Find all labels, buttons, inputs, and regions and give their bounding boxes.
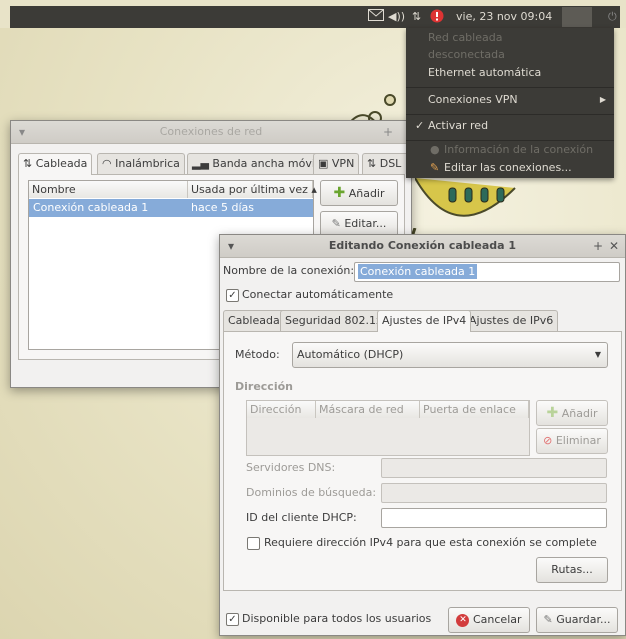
dns-servers-field[interactable]	[381, 458, 607, 478]
cancel-button[interactable]: ✕ Cancelar	[448, 607, 530, 633]
connection-name-value: Conexión cableada 1	[358, 264, 478, 279]
save-button[interactable]: ✎ Guardar...	[536, 607, 618, 633]
wired-icon: ⇅	[23, 157, 33, 170]
panel-clock[interactable]: vie, 23 nov 09:04	[456, 9, 552, 25]
info-icon: ●	[430, 143, 440, 156]
workspace-switcher-icon[interactable]	[562, 7, 592, 27]
menu-item-auto-ethernet[interactable]: Ethernet automática	[428, 65, 541, 81]
tab-vpn[interactable]: ▣ VPN	[313, 153, 360, 174]
menu-separator	[406, 87, 614, 88]
address-section-heading: Dirección	[235, 380, 293, 393]
delete-icon: ⊘	[543, 434, 553, 447]
menu-item-disconnected: desconectada	[428, 48, 505, 61]
checkmark-icon: ✓	[415, 119, 425, 132]
menu-item-vpn-connections[interactable]: Conexiones VPN	[428, 92, 518, 108]
plus-icon: ✚	[333, 185, 346, 201]
column-header-last-used[interactable]: Usada por última vez ▴	[188, 181, 317, 198]
wireless-icon: ◠	[102, 157, 112, 170]
dsl-icon: ⇅	[367, 157, 377, 170]
window-title: Editando Conexión cableada 1	[328, 239, 517, 252]
tab-wired[interactable]: ⇅ Cableada	[18, 153, 93, 175]
session-icon[interactable]: ⏻	[608, 9, 617, 25]
autoconnect-label: Conectar automáticamente	[242, 288, 394, 301]
column-header-name[interactable]: Nombre	[29, 181, 188, 198]
column-header-address: Dirección	[247, 401, 316, 418]
tab-mobile-broadband[interactable]: ▂▄ Banda ancha móvil	[187, 153, 323, 174]
delete-address-button[interactable]: ⊘ Eliminar	[536, 428, 608, 454]
column-header-gateway: Puerta de enlace	[420, 401, 529, 418]
window-titlebar[interactable]: Editando Conexión cableada 1	[220, 235, 625, 258]
require-ipv4-checkbox[interactable]	[247, 537, 260, 550]
top-panel: ◀)) ⇅ vie, 23 nov 09:04 ⏻	[10, 6, 620, 28]
plus-icon: ✚	[546, 405, 559, 421]
tab-ipv6[interactable]: Ajustes de IPv6	[464, 310, 559, 331]
save-icon: ✎	[543, 613, 553, 626]
edit-icon: ✎	[331, 217, 341, 230]
menu-item-connection-info: Información de la conexión	[444, 143, 594, 156]
dns-servers-label: Servidores DNS:	[246, 461, 336, 474]
connection-name-field[interactable]: Conexión cableada 1	[354, 262, 620, 282]
method-select[interactable]: Automático (DHCP) ▼	[292, 342, 608, 368]
tab-security-8021x[interactable]: Seguridad 802.1x	[280, 310, 388, 331]
chevron-down-icon: ▼	[594, 350, 601, 359]
cancel-icon: ✕	[456, 613, 470, 627]
window-menu-icon[interactable]: ▾	[228, 235, 234, 257]
close-icon[interactable]: ✕	[609, 235, 619, 257]
tab-ipv4[interactable]: Ajustes de IPv4	[377, 310, 472, 332]
autoconnect-checkbox[interactable]: ✓	[226, 289, 239, 302]
menu-separator	[406, 140, 614, 141]
add-connection-button[interactable]: ✚ Añadir	[320, 180, 398, 206]
tab-wireless[interactable]: ◠ Inalámbrica	[97, 153, 185, 174]
window-menu-icon[interactable]: ▾	[19, 121, 25, 143]
menu-separator	[406, 114, 614, 115]
connection-name-label: Nombre de la conexión:	[223, 264, 355, 277]
menu-item-wired-network: Red cableada	[428, 31, 503, 44]
tab-dsl[interactable]: ⇅ DSL	[362, 153, 412, 174]
dhcp-client-id-field[interactable]	[381, 508, 607, 528]
edit-connection-window: Editando Conexión cableada 1 ▾ + ✕ Nombr…	[219, 234, 626, 636]
maximize-icon[interactable]: +	[383, 121, 393, 143]
table-row[interactable]: Conexión cableada 1 hace 5 días	[29, 199, 313, 217]
search-domains-field[interactable]	[381, 483, 607, 503]
signal-icon: ▂▄	[192, 157, 209, 170]
lock-icon: ▣	[318, 157, 329, 170]
alert-icon[interactable]	[430, 9, 444, 25]
submenu-arrow-icon: ▶	[599, 95, 606, 104]
all-users-checkbox[interactable]: ✓	[226, 613, 239, 626]
row-last-used: hace 5 días	[191, 201, 255, 214]
mail-icon[interactable]	[368, 9, 384, 25]
menu-item-enable-network[interactable]: Activar red	[428, 118, 488, 134]
maximize-icon[interactable]: +	[593, 235, 603, 257]
dhcp-client-id-label: ID del cliente DHCP:	[246, 511, 357, 524]
volume-icon[interactable]: ◀))	[388, 9, 405, 25]
row-name: Conexión cableada 1	[33, 201, 149, 214]
require-ipv4-label: Requiere dirección IPv4 para que esta co…	[264, 536, 597, 549]
add-address-button[interactable]: ✚ Añadir	[536, 400, 608, 426]
tab-wired[interactable]: Cableada	[223, 310, 285, 331]
routes-button[interactable]: Rutas...	[536, 557, 608, 583]
method-label: Método:	[235, 348, 280, 361]
window-titlebar[interactable]: Conexiones de red	[11, 121, 411, 144]
address-table: Dirección Máscara de red Puerta de enlac…	[246, 400, 530, 456]
edit-connections-icon: ✎	[430, 161, 440, 174]
all-users-label: Disponible para todos los usuarios	[242, 612, 432, 625]
network-icon[interactable]: ⇅	[412, 9, 421, 25]
column-header-netmask: Máscara de red	[316, 401, 420, 418]
menu-item-edit-connections[interactable]: Editar las conexiones...	[444, 160, 572, 176]
window-title: Conexiones de red	[159, 125, 263, 138]
network-menu: Red cableada desconectada Ethernet autom…	[406, 28, 614, 178]
search-domains-label: Dominios de búsqueda:	[246, 486, 377, 499]
